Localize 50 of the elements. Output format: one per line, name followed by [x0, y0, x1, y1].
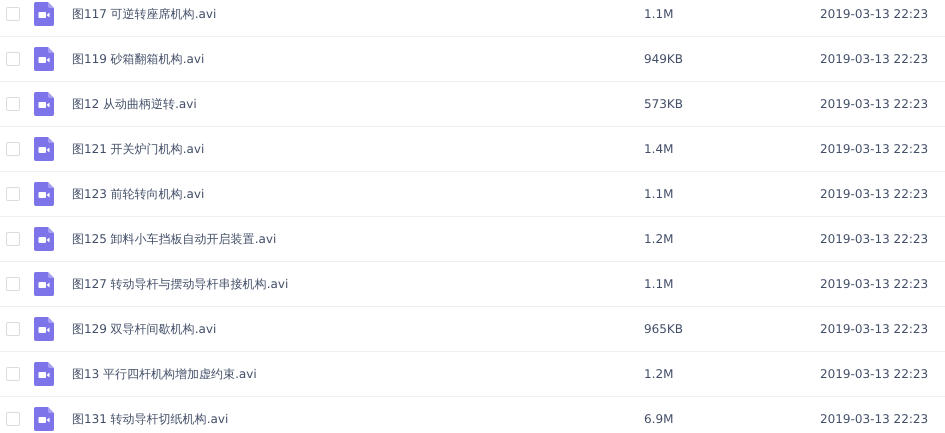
- modified-date: 2019-03-13 22:23: [820, 6, 928, 23]
- video-file-icon: [34, 137, 54, 161]
- file-size: 949KB: [644, 51, 684, 68]
- checkbox[interactable]: [6, 97, 20, 111]
- video-file-icon: [34, 317, 54, 341]
- file-size: 1.1M: [644, 6, 674, 23]
- modified-date: 2019-03-13 22:23: [820, 186, 928, 203]
- checkbox[interactable]: [6, 187, 20, 201]
- file-name[interactable]: 图12 从动曲柄逆转.avi: [72, 95, 644, 113]
- file-size: 1.2M: [644, 366, 674, 383]
- video-file-icon: [34, 227, 54, 251]
- checkbox[interactable]: [6, 52, 20, 66]
- checkbox[interactable]: [6, 142, 20, 156]
- file-name[interactable]: 图117 可逆转座席机构.avi: [72, 5, 644, 23]
- file-size: 1.4M: [644, 141, 674, 158]
- file-name[interactable]: 图119 砂箱翻箱机构.avi: [72, 50, 644, 68]
- file-size: 6.9M: [644, 411, 674, 428]
- video-file-icon: [34, 47, 54, 71]
- file-size: 1.1M: [644, 186, 674, 203]
- video-file-icon: [34, 92, 54, 116]
- file-name[interactable]: 图131 转动导杆切纸机构.avi: [72, 410, 644, 428]
- file-size: 573KB: [644, 96, 684, 113]
- video-file-icon: [34, 362, 54, 386]
- modified-date: 2019-03-13 22:23: [820, 51, 928, 68]
- file-name[interactable]: 图121 开关炉门机构.avi: [72, 140, 644, 158]
- file-size: 965KB: [644, 321, 684, 338]
- modified-date: 2019-03-13 22:23: [820, 276, 928, 293]
- file-size: 1.2M: [644, 231, 674, 248]
- checkbox[interactable]: [6, 277, 20, 291]
- file-name[interactable]: 图13 平行四杆机构增加虚约束.avi: [72, 365, 644, 383]
- checkbox[interactable]: [6, 412, 20, 426]
- video-file-icon: [34, 2, 54, 26]
- file-name[interactable]: 图127 转动导杆与摆动导杆串接机构.avi: [72, 275, 644, 293]
- file-size: 1.1M: [644, 276, 674, 293]
- checkbox[interactable]: [6, 322, 20, 336]
- checkbox[interactable]: [6, 7, 20, 21]
- video-file-icon: [34, 272, 54, 296]
- checkbox[interactable]: [6, 232, 20, 246]
- modified-date: 2019-03-13 22:23: [820, 411, 928, 428]
- modified-date: 2019-03-13 22:23: [820, 231, 928, 248]
- file-name[interactable]: 图123 前轮转向机构.avi: [72, 185, 644, 203]
- file-name[interactable]: 图129 双导杆间歇机构.avi: [72, 320, 644, 338]
- video-file-icon: [34, 182, 54, 206]
- modified-date: 2019-03-13 22:23: [820, 141, 928, 158]
- modified-date: 2019-03-13 22:23: [820, 366, 928, 383]
- modified-date: 2019-03-13 22:23: [820, 96, 928, 113]
- checkbox[interactable]: [6, 367, 20, 381]
- file-name[interactable]: 图125 卸料小车挡板自动开启装置.avi: [72, 230, 644, 248]
- modified-date: 2019-03-13 22:23: [820, 321, 928, 338]
- video-file-icon: [34, 407, 54, 431]
